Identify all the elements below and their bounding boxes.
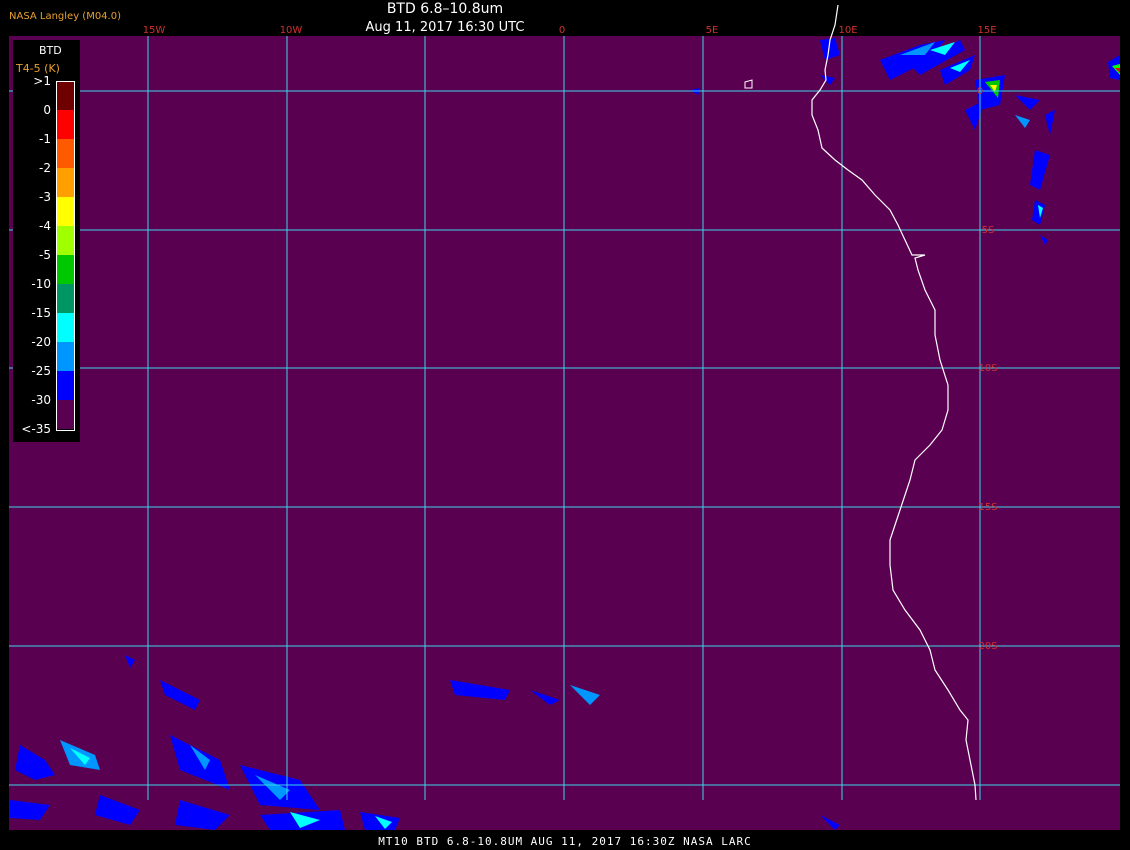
legend-title: BTD — [39, 44, 62, 57]
legend-tick-label: -4 — [39, 219, 51, 233]
lat-label: 20S — [978, 641, 997, 652]
credit-label: NASA Langley (M04.0) — [9, 11, 121, 22]
footer-caption: MT10 BTD 6.8-10.8UM AUG 11, 2017 16:30Z … — [378, 835, 752, 848]
legend-tick-label: 0 — [43, 103, 51, 117]
product-title: BTD 6.8–10.8um — [386, 1, 504, 17]
satellite-map: 15W 10W 0 5E 10E 15E 0 5S 10S 15S 20S — [0, 0, 1130, 850]
legend-tick-label: <-35 — [21, 422, 51, 436]
legend-tick-label: -25 — [31, 364, 51, 378]
legend-tick-label: -2 — [39, 161, 51, 175]
color-legend: BTD T4-5 (K) >1 0 -1 -2 -3 -4 -5 -10 -15 -20 -25 -3… — [13, 40, 80, 442]
lon-label: 15W — [143, 25, 166, 36]
lat-label: 15S — [978, 502, 997, 513]
lat-label: 0 — [977, 86, 983, 97]
lon-label: 0 — [559, 25, 565, 36]
legend-tick-label: -3 — [39, 190, 51, 204]
legend-tick-label: -5 — [39, 248, 51, 262]
legend-tick-label: -10 — [31, 277, 51, 291]
lon-label: 10W — [280, 25, 303, 36]
legend-frame — [56, 81, 75, 431]
timestamp: Aug 11, 2017 16:30 UTC — [365, 20, 525, 35]
lon-label: 10E — [838, 25, 857, 36]
lon-label: 5E — [706, 25, 719, 36]
legend-tick-label: -1 — [39, 132, 51, 146]
lat-label: 10S — [978, 363, 997, 374]
lon-label: 15E — [977, 25, 996, 36]
legend-tick-label: -15 — [31, 306, 51, 320]
legend-tick-label: >1 — [33, 74, 51, 88]
legend-tick-label: -20 — [31, 335, 51, 349]
lat-label: 5S — [982, 225, 995, 236]
legend-tick-label: -30 — [31, 393, 51, 407]
